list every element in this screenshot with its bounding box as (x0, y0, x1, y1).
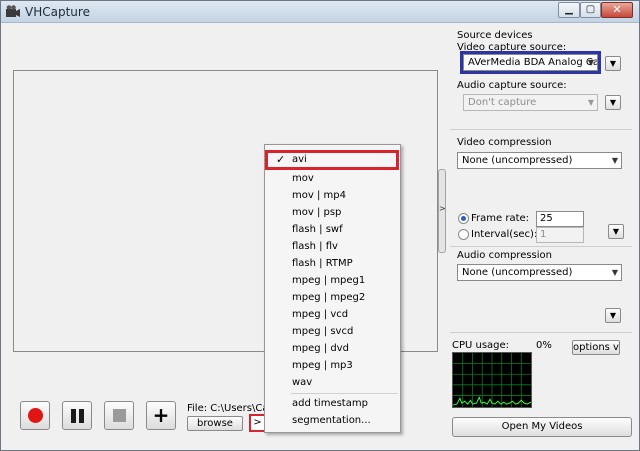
frame-rate-radio[interactable] (458, 213, 469, 224)
menu-item-add-timestamp[interactable]: add timestamp (265, 395, 400, 412)
chevron-down-icon: ▼ (609, 59, 617, 68)
menu-item-avi[interactable]: ✓ avi (265, 150, 399, 170)
chevron-down-icon: ▼ (587, 98, 594, 107)
menu-item-flash-swf[interactable]: flash | swf (265, 221, 400, 238)
interval-label: Interval(sec): (471, 229, 538, 240)
record-icon (28, 408, 43, 423)
video-compression-heading: Video compression (457, 137, 552, 148)
audio-source-label: Audio capture source: (457, 80, 567, 91)
audio-source-select[interactable]: Don't capture ▼ (463, 94, 598, 111)
audio-compression-heading: Audio compression (457, 250, 553, 261)
menu-item-flash-rtmp[interactable]: flash | RTMP (265, 255, 400, 272)
cpu-usage-value: 0% (536, 340, 552, 351)
menu-item-wav[interactable]: wav (265, 374, 400, 391)
check-icon: ✓ (276, 153, 286, 166)
frame-rate-label: Frame rate: (471, 213, 530, 224)
menu-item-mpeg2[interactable]: mpeg | mpeg2 (265, 289, 400, 306)
file-path-label: File: C:\Users\Cauptai (187, 403, 264, 414)
stop-icon (113, 409, 126, 422)
close-button[interactable]: ✕ (601, 2, 633, 18)
menu-item-mp3[interactable]: mpeg | mp3 (265, 357, 400, 374)
chevron-right-icon: > (439, 204, 446, 213)
maximize-button[interactable]: ▢ (580, 2, 601, 18)
menu-item-vcd[interactable]: mpeg | vcd (265, 306, 400, 323)
video-source-options-button[interactable]: ▼ (605, 56, 621, 71)
menu-item-dvd[interactable]: mpeg | dvd (265, 340, 400, 357)
panel-splitter[interactable]: > (438, 169, 446, 253)
menu-item-mov-mp4[interactable]: mov | mp4 (265, 187, 400, 204)
title-bar[interactable]: VHCapture ▁ ▢ ✕ (1, 1, 639, 23)
menu-item-mov-psp[interactable]: mov | psp (265, 204, 400, 221)
audio-compression-options-button[interactable]: ▼ (605, 308, 621, 323)
maximize-icon: ▢ (585, 4, 596, 15)
chevron-down-icon: ▼ (611, 156, 618, 165)
interval-radio[interactable] (458, 229, 469, 240)
divider (450, 332, 632, 333)
app-window: VHCapture ▁ ▢ ✕ > + File: C:\Users\Caupt… (0, 0, 640, 451)
window-title: VHCapture (25, 5, 90, 19)
menu-item-mpeg1[interactable]: mpeg | mpeg1 (265, 272, 400, 289)
video-compression-options-button[interactable]: ▼ (608, 224, 624, 239)
cpu-usage-graph (452, 352, 532, 408)
menu-item-mov[interactable]: mov (265, 170, 400, 187)
options-button[interactable]: options v (572, 340, 620, 355)
menu-separator (291, 393, 398, 394)
minimize-icon: ▁ (565, 4, 573, 15)
add-button[interactable]: + (146, 401, 176, 430)
frame-rate-input[interactable]: 25 (536, 211, 584, 227)
minimize-button[interactable]: ▁ (558, 2, 580, 18)
video-source-highlight (460, 51, 601, 74)
stop-button[interactable] (104, 401, 134, 430)
pause-button[interactable] (62, 401, 92, 430)
chevron-down-icon: ▼ (611, 268, 618, 277)
source-devices-heading: Source devices (457, 30, 533, 41)
divider (450, 246, 632, 247)
chevron-down-icon: ▼ (612, 227, 620, 236)
interval-input[interactable]: 1 (536, 227, 584, 243)
audio-compression-select[interactable]: None (uncompressed) ▼ (457, 264, 622, 281)
camera-icon (6, 5, 20, 17)
browse-button[interactable]: browse (187, 416, 243, 431)
menu-item-flash-flv[interactable]: flash | flv (265, 238, 400, 255)
video-compression-select[interactable]: None (uncompressed) ▼ (457, 152, 622, 169)
menu-item-segmentation[interactable]: segmentation... (265, 412, 400, 429)
chevron-down-icon: ▼ (609, 311, 617, 320)
record-button[interactable] (20, 401, 50, 430)
plus-icon: + (152, 403, 170, 427)
close-icon: ✕ (612, 3, 622, 16)
audio-source-options-button[interactable]: ▼ (605, 95, 621, 110)
menu-item-svcd[interactable]: mpeg | svcd (265, 323, 400, 340)
open-my-videos-button[interactable]: Open My Videos (452, 417, 632, 437)
cpu-usage-label: CPU usage: (452, 340, 510, 351)
chevron-down-icon: ▼ (609, 98, 617, 107)
output-format-menu: ✓ avi mov mov | mp4 mov | psp flash | sw… (264, 144, 401, 433)
divider (450, 129, 632, 130)
